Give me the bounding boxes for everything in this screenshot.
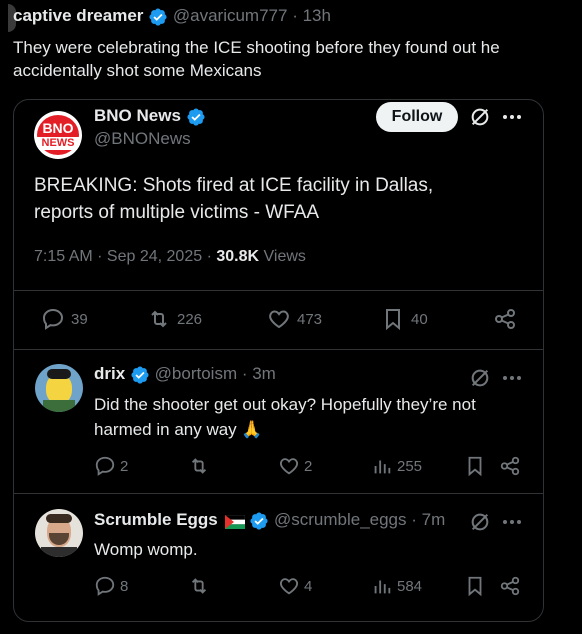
share-icon[interactable] — [499, 575, 521, 597]
bookmark-count: 40 — [411, 310, 428, 328]
reply2-text: Womp womp. — [94, 540, 198, 559]
quoted-meta: 7:15 AM · Sep 24, 2025 · 30.8K Views — [34, 248, 306, 266]
quoted-action-bar: 39 226 473 40 — [14, 307, 543, 333]
outer-text-line: accidentally shot some Mexicans — [13, 61, 262, 80]
outer-text-line: They were celebrating the ICE shooting b… — [13, 38, 500, 57]
outer-author-name[interactable]: captive dreamer — [13, 6, 143, 25]
reply1-handle[interactable]: @bortoism — [155, 364, 237, 383]
palestine-flag-icon — [224, 514, 245, 529]
bookmark-button[interactable]: 40 — [381, 307, 428, 331]
verified-badge-icon — [249, 511, 269, 531]
like-button[interactable]: 4 — [278, 575, 312, 597]
views-label: Views — [263, 248, 306, 265]
reply-count: 2 — [120, 457, 129, 475]
outer-time[interactable]: · 13h — [292, 6, 331, 25]
verified-badge-icon — [148, 7, 168, 27]
views-count: 255 — [397, 457, 423, 475]
divider — [14, 493, 543, 494]
like-count: 2 — [304, 457, 313, 475]
like-count: 4 — [304, 577, 313, 595]
quoted-tweet-text: BREAKING: Shots fired at ICE facility in… — [34, 172, 534, 226]
grok-icon[interactable] — [469, 367, 491, 389]
like-button[interactable]: 2 — [278, 455, 312, 477]
reply1-time[interactable]: · 3m — [242, 364, 276, 383]
like-button[interactable]: 473 — [267, 307, 322, 331]
reply-button[interactable]: 8 — [94, 575, 128, 597]
views-count: 30.8K — [216, 248, 260, 265]
reply-button[interactable]: 2 — [94, 455, 128, 477]
reply1-text-line: Did the shooter get out okay? Hopefully … — [94, 395, 476, 414]
quoted-author-name[interactable]: BNO News — [94, 106, 181, 125]
scrumble-eggs-avatar[interactable] — [35, 509, 83, 557]
reply1-text: Did the shooter get out okay? Hopefully … — [94, 392, 534, 442]
quoted-text-line: reports of multiple victims - WFAA — [34, 202, 320, 223]
reply2-time[interactable]: · 7m — [411, 510, 445, 529]
bno-logo-top: BNO — [42, 120, 74, 136]
grok-icon[interactable] — [469, 106, 491, 128]
quoted-handle[interactable]: @BNONews — [94, 129, 191, 149]
follow-button[interactable]: Follow — [376, 102, 458, 132]
views-icon[interactable]: 584 — [371, 575, 422, 597]
repost-button[interactable] — [188, 575, 210, 597]
reply2-action-bar: 8 4 584 — [14, 575, 543, 599]
outer-header: captive dreamer @avaricum777 · 13h — [13, 6, 331, 27]
reply2-header: Scrumble Eggs @scrumble_eggs · 7m — [94, 510, 445, 531]
outer-tweet-text: They were celebrating the ICE shooting b… — [13, 36, 578, 82]
bno-avatar[interactable]: BNO NEWS — [34, 111, 82, 159]
more-options-icon[interactable] — [502, 114, 522, 120]
like-count: 473 — [297, 310, 323, 328]
repost-button[interactable]: 226 — [147, 307, 202, 331]
reply2-handle[interactable]: @scrumble_eggs — [274, 510, 407, 529]
drix-avatar[interactable] — [35, 364, 83, 412]
more-options-icon[interactable] — [502, 375, 522, 381]
quoted-author: BNO News — [94, 106, 206, 127]
reply1-text-line: harmed in any way 🙏 — [94, 420, 263, 439]
share-icon[interactable] — [493, 307, 517, 331]
quoted-timestamp[interactable]: 7:15 AM · Sep 24, 2025 · — [34, 248, 212, 265]
share-icon[interactable] — [499, 455, 521, 477]
outer-handle[interactable]: @avaricum777 — [173, 6, 288, 25]
verified-badge-icon — [186, 107, 206, 127]
repost-count: 226 — [177, 310, 203, 328]
repost-button[interactable] — [188, 455, 210, 477]
reply-count: 39 — [71, 310, 88, 328]
views-icon[interactable]: 255 — [371, 455, 422, 477]
quoted-text-line: BREAKING: Shots fired at ICE facility in… — [34, 175, 434, 196]
reply2-author-name[interactable]: Scrumble Eggs — [94, 510, 218, 529]
bno-logo-bottom: NEWS — [36, 137, 80, 150]
reply1-header: drix @bortoism · 3m — [94, 364, 276, 385]
more-options-icon[interactable] — [502, 519, 522, 525]
divider — [14, 349, 543, 350]
reply-count: 8 — [120, 577, 129, 595]
bookmark-button[interactable] — [464, 575, 486, 597]
reply-button[interactable]: 39 — [41, 307, 88, 331]
divider — [14, 290, 543, 291]
reply1-action-bar: 2 2 255 — [14, 455, 543, 479]
views-count: 584 — [397, 577, 423, 595]
reply1-author-name[interactable]: drix — [94, 364, 125, 383]
bookmark-button[interactable] — [464, 455, 486, 477]
verified-badge-icon — [130, 365, 150, 385]
grok-icon[interactable] — [469, 511, 491, 533]
quoted-tweet-card[interactable]: BNO NEWS BNO News @BNONews Follow BREAKI… — [13, 99, 544, 622]
